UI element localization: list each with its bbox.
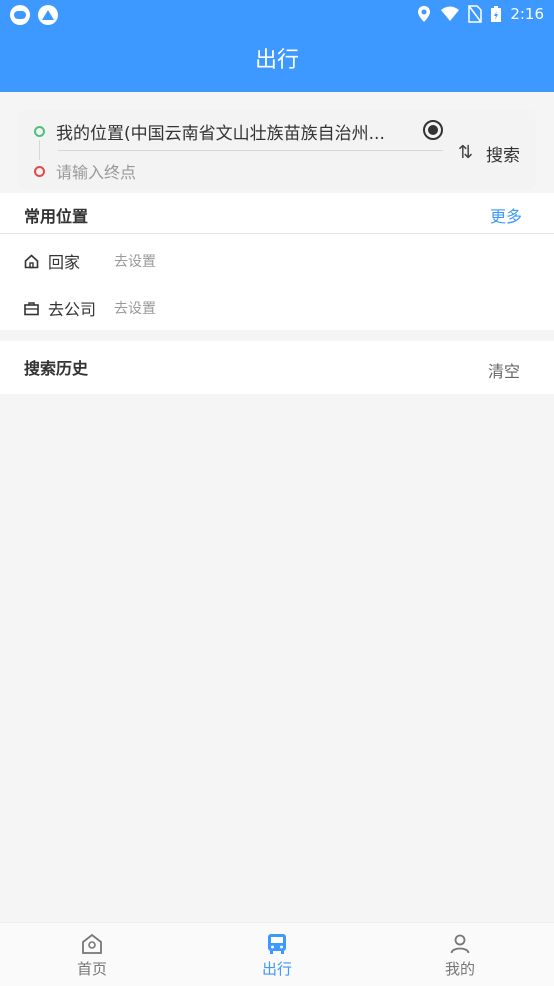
search-button[interactable]: 搜索 [486, 141, 520, 166]
favorite-company[interactable]: 去公司 去设置 [24, 296, 156, 320]
favorite-home-action[interactable]: 去设置 [114, 251, 156, 271]
battery-icon [491, 6, 502, 22]
favorite-company-label: 去公司 [48, 300, 97, 319]
end-location-row[interactable]: 请输入终点 [34, 159, 136, 183]
more-link[interactable]: 更多 [490, 203, 522, 227]
no-sim-icon [468, 5, 483, 23]
cloud-app-icon [10, 5, 30, 25]
start-dot-icon [34, 126, 45, 137]
page-title: 出行 [0, 30, 554, 92]
locate-icon[interactable] [423, 120, 443, 140]
status-time: 2:16 [510, 5, 544, 23]
nav-trip-label: 出行 [261, 960, 292, 978]
favorites-list: 回家 去设置 去公司 去设置 [0, 234, 554, 330]
briefcase-icon [24, 301, 39, 316]
favorites-title: 常用位置 [24, 207, 89, 226]
search-history-title: 搜索历史 [24, 359, 89, 378]
nav-item-trip[interactable]: 出行 [237, 932, 317, 979]
bottom-nav: 首页 出行 我的 [0, 922, 554, 986]
bus-icon [265, 932, 289, 956]
search-history-header: 搜索历史 清空 [0, 341, 554, 394]
wifi-icon [441, 6, 460, 21]
favorites-header: 常用位置 更多 [0, 193, 554, 234]
nav-mine-label: 我的 [444, 960, 475, 978]
clear-history-button[interactable]: 清空 [488, 358, 520, 382]
nav-home-label: 首页 [76, 960, 107, 978]
status-left-icons [10, 5, 58, 25]
status-bar: 2:16 [0, 0, 554, 30]
favorite-home-label: 回家 [48, 253, 81, 272]
favorite-home[interactable]: 回家 去设置 [24, 249, 156, 273]
home-nav-icon [80, 932, 104, 956]
trip-search-card: 我的位置(中国云南省文山壮族苗族自治州... 请输入终点 ⇅ 搜索 [18, 110, 536, 190]
status-right-icons: 2:16 [416, 5, 544, 23]
swap-icon[interactable]: ⇅ [458, 142, 473, 163]
mountain-app-icon [38, 5, 58, 25]
home-icon [24, 253, 39, 269]
nav-item-home[interactable]: 首页 [52, 932, 132, 979]
favorite-company-action[interactable]: 去设置 [114, 298, 156, 318]
start-location-row[interactable]: 我的位置(中国云南省文山壮族苗族自治州... [34, 119, 406, 144]
end-dot-icon [34, 165, 45, 177]
start-location-field[interactable]: 我的位置(中国云南省文山壮族苗族自治州... [56, 119, 406, 144]
divider [58, 150, 443, 151]
location-icon [418, 6, 431, 22]
end-location-input[interactable]: 请输入终点 [56, 159, 136, 183]
nav-item-mine[interactable]: 我的 [420, 932, 500, 979]
user-icon [448, 932, 472, 956]
